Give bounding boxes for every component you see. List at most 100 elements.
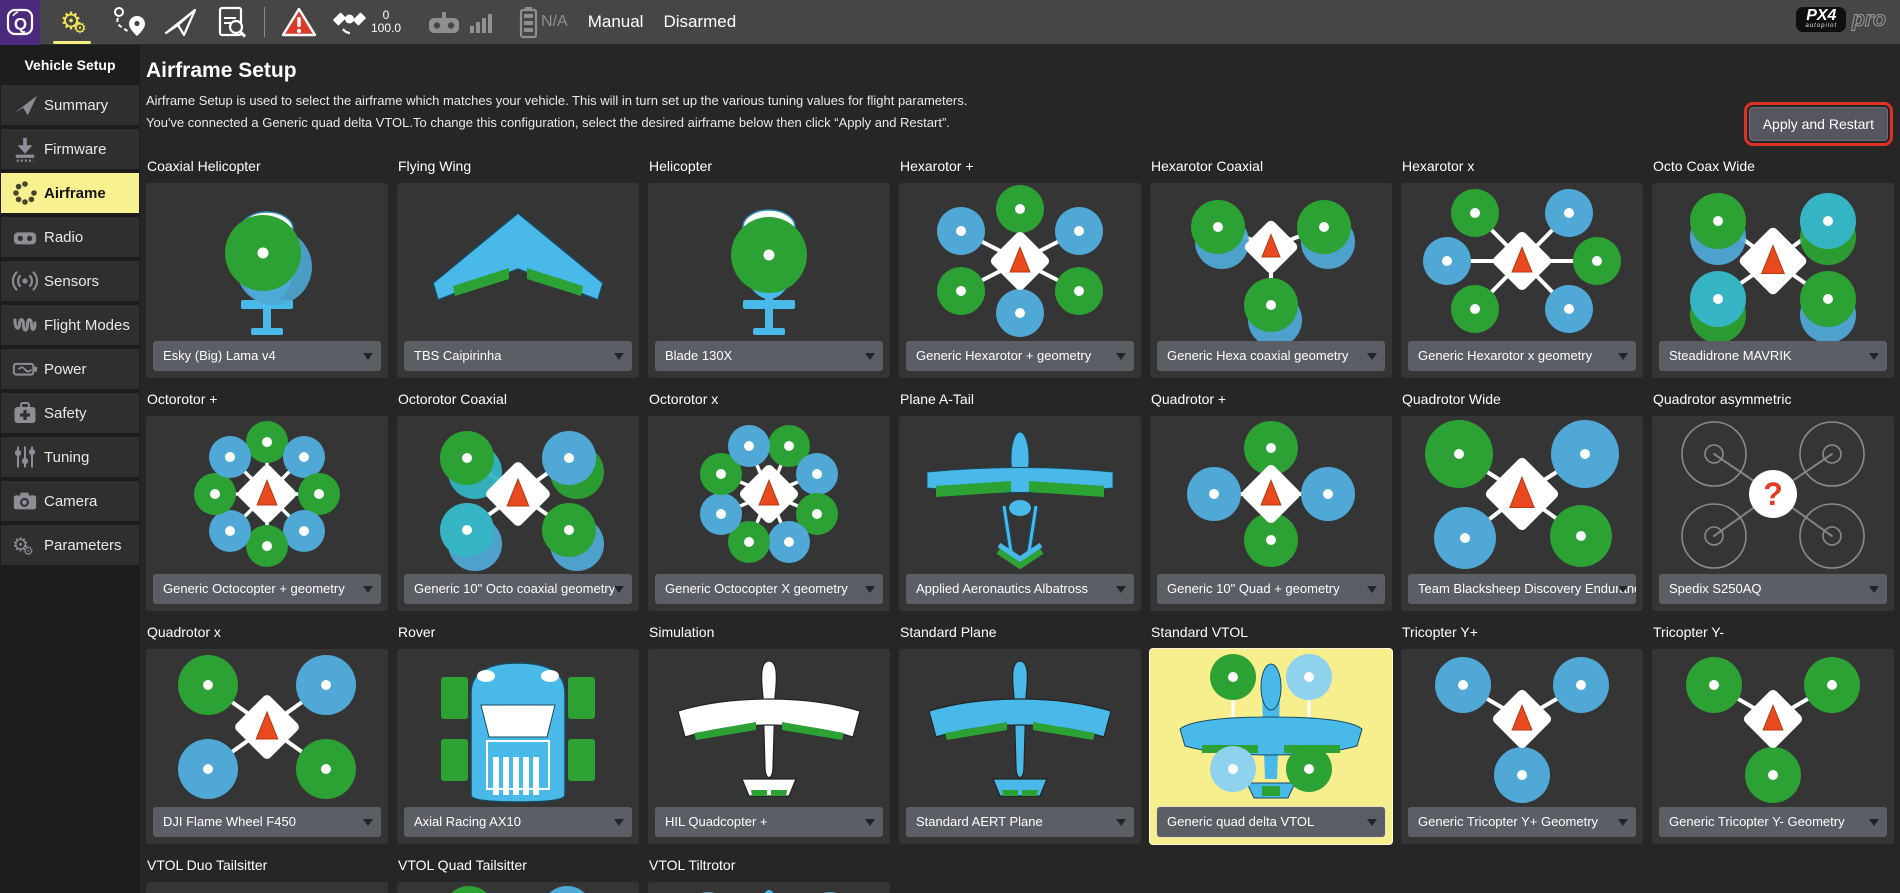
analyze-document-icon[interactable]: [214, 5, 248, 39]
sidebar-item-airframe[interactable]: Airframe: [1, 173, 139, 213]
airframe-card-hexarotor-coaxial[interactable]: Generic Hexa coaxial geometry: [1150, 183, 1392, 378]
rover-diagram: [397, 649, 639, 807]
armed-status-label[interactable]: Disarmed: [663, 12, 736, 32]
dropdown-arrow-icon: [865, 353, 875, 360]
sidebar-item-summary[interactable]: Summary: [1, 85, 139, 125]
airframe-cell: Hexarotor Coaxial Generic Hexa coaxial ge…: [1150, 158, 1392, 378]
airframe-card-hexarotor[interactable]: Generic Hexarotor + geometry: [899, 183, 1141, 378]
page-title: Airframe Setup: [146, 59, 1900, 83]
airframe-card-vtol-duo-tailsitter[interactable]: [146, 882, 388, 893]
airframe-model-dropdown[interactable]: Team Blacksheep Discovery Endurance: [1408, 574, 1636, 604]
airframe-model-dropdown[interactable]: Axial Racing AX10: [404, 807, 632, 837]
airframe-card-standard-vtol[interactable]: Generic quad delta VTOL: [1150, 649, 1392, 844]
octo-plus-diagram: [146, 416, 388, 574]
airframe-card-simulation[interactable]: HIL Quadcopter +: [648, 649, 890, 844]
airframe-type-label: Hexarotor Coaxial: [1151, 158, 1392, 175]
sidebar-item-power[interactable]: Power: [1, 349, 139, 389]
airframe-model-dropdown[interactable]: Generic 10" Quad + geometry: [1157, 574, 1385, 604]
sidebar-item-safety[interactable]: Safety: [1, 393, 139, 433]
airframe-model-dropdown[interactable]: Generic Octocopter + geometry: [153, 574, 381, 604]
airframe-card-standard-plane[interactable]: Standard AERT Plane: [899, 649, 1141, 844]
quad-asym-diagram: ?: [1652, 416, 1894, 574]
apply-and-restart-button[interactable]: Apply and Restart: [1749, 107, 1888, 141]
airframe-model-value: Esky (Big) Lama v4: [153, 341, 381, 371]
sidebar-item-camera[interactable]: Camera: [1, 481, 139, 521]
airframe-model-dropdown[interactable]: Generic Hexa coaxial geometry: [1157, 341, 1385, 371]
rc-transmitter-icon[interactable]: [427, 7, 461, 37]
airframe-card-helicopter[interactable]: Blade 130X: [648, 183, 890, 378]
dropdown-arrow-icon: [1869, 353, 1879, 360]
airframe-card-octo-coax-wide[interactable]: Steadidrone MAVRIK: [1652, 183, 1894, 378]
airframe-card-tricopter-y[interactable]: Generic Tricopter Y+ Geometry: [1401, 649, 1643, 844]
gps-satellite-icon[interactable]: [333, 6, 367, 38]
toolbar-divider: [264, 7, 265, 37]
airframe-model-dropdown[interactable]: Generic Tricopter Y- Geometry: [1659, 807, 1887, 837]
airframe-card-quadrotor[interactable]: Generic 10" Quad + geometry: [1150, 416, 1392, 611]
vehicle-setup-gears-icon[interactable]: ⚙⚙: [48, 0, 94, 45]
hex-x-diagram: [1401, 183, 1643, 341]
airframe-card-rover[interactable]: Axial Racing AX10: [397, 649, 639, 844]
airframe-cell: Octo Coax WideSteadidrone MAVRIK: [1652, 158, 1894, 378]
sidebar-item-flight-modes[interactable]: Flight Modes: [1, 305, 139, 345]
airframe-model-dropdown[interactable]: Generic Hexarotor + geometry: [906, 341, 1134, 371]
sidebar-item-label: Radio: [44, 229, 83, 246]
airframe-card-tricopter-y[interactable]: Generic Tricopter Y- Geometry: [1652, 649, 1894, 844]
airframe-model-dropdown[interactable]: Blade 130X: [655, 341, 883, 371]
airframe-card-octorotor-x[interactable]: Generic Octocopter X geometry: [648, 416, 890, 611]
airframe-model-dropdown[interactable]: DJI Flame Wheel F450: [153, 807, 381, 837]
px4-pro-text: pro: [1852, 8, 1886, 32]
plan-route-icon[interactable]: [110, 5, 146, 39]
airframe-card-flying-wing[interactable]: TBS Caipirinha: [397, 183, 639, 378]
airframe-card-octorotor-coaxial[interactable]: Generic 10" Octo coaxial geometry: [397, 416, 639, 611]
airframe-cell: Quadrotor WideTeam Blacksheep Discovery …: [1401, 391, 1643, 611]
warning-triangle-icon[interactable]: [281, 6, 317, 38]
airframe-card-quadrotor-asymmetric[interactable]: ?Spedix S250AQ: [1652, 416, 1894, 611]
airframe-cell: Hexarotor xGeneric Hexarotor x geometry: [1401, 158, 1643, 378]
airframe-cell: Quadrotor +Generic 10" Quad + geometry: [1150, 391, 1392, 611]
airframe-model-dropdown[interactable]: TBS Caipirinha: [404, 341, 632, 371]
airframe-model-dropdown[interactable]: Spedix S250AQ: [1659, 574, 1887, 604]
gps-status[interactable]: 0 100.0: [371, 9, 401, 35]
airframe-type-label: VTOL Duo Tailsitter: [147, 857, 388, 874]
airframe-card-vtol-tiltrotor[interactable]: [648, 882, 890, 893]
hex-plus-diagram: [899, 183, 1141, 341]
airframe-model-dropdown[interactable]: Generic Octocopter X geometry: [655, 574, 883, 604]
airframe-model-dropdown[interactable]: Generic Tricopter Y+ Geometry: [1408, 807, 1636, 837]
sidebar-item-firmware[interactable]: Firmware: [1, 129, 139, 169]
coax-heli-diagram: [146, 183, 388, 341]
airframe-model-value: Generic Hexarotor + geometry: [906, 341, 1134, 371]
airframe-model-dropdown[interactable]: Esky (Big) Lama v4: [153, 341, 381, 371]
airframe-model-dropdown[interactable]: Applied Aeronautics Albatross: [906, 574, 1134, 604]
airframe-model-value: Generic Octocopter X geometry: [655, 574, 883, 604]
fly-paper-plane-icon[interactable]: [162, 6, 198, 38]
airframe-card-plane-a-tail[interactable]: Applied Aeronautics Albatross: [899, 416, 1141, 611]
sidebar-item-sensors[interactable]: Sensors: [1, 261, 139, 301]
airframe-type-label: Helicopter: [649, 158, 890, 175]
flight-mode-label[interactable]: Manual: [588, 12, 644, 32]
sidebar-item-radio[interactable]: Radio: [1, 217, 139, 257]
dropdown-arrow-icon: [1116, 353, 1126, 360]
sidebar-item-label: Summary: [44, 97, 108, 114]
airframe-model-dropdown[interactable]: Steadidrone MAVRIK: [1659, 341, 1887, 371]
airframe-model-dropdown[interactable]: Generic quad delta VTOL: [1157, 807, 1385, 837]
airframe-card-coaxial-helicopter[interactable]: Esky (Big) Lama v4: [146, 183, 388, 378]
airframe-card-quadrotor-x[interactable]: DJI Flame Wheel F450: [146, 649, 388, 844]
airframe-card-quadrotor-wide[interactable]: Team Blacksheep Discovery Endurance: [1401, 416, 1643, 611]
airframe-model-dropdown[interactable]: HIL Quadcopter +: [655, 807, 883, 837]
sidebar-item-parameters[interactable]: ⚙⚙Parameters: [1, 525, 139, 565]
airframe-model-dropdown[interactable]: Standard AERT Plane: [906, 807, 1134, 837]
airframe-card-hexarotor-x[interactable]: Generic Hexarotor x geometry: [1401, 183, 1643, 378]
airframe-type-label: Tricopter Y+: [1402, 624, 1643, 641]
airframe-card-octorotor[interactable]: Generic Octocopter + geometry: [146, 416, 388, 611]
top-toolbar: Q ⚙⚙: [0, 0, 1900, 45]
safety-case-icon: [12, 400, 44, 426]
sidebar-item-tuning[interactable]: Tuning: [1, 437, 139, 477]
airframe-model-dropdown[interactable]: Generic Hexarotor x geometry: [1408, 341, 1636, 371]
sidebar-item-label: Power: [44, 361, 87, 378]
airframe-model-dropdown[interactable]: Generic 10" Octo coaxial geometry: [404, 574, 632, 604]
airframe-card-vtol-quad-tailsitter[interactable]: [397, 882, 639, 893]
airframe-cell: Flying WingTBS Caipirinha: [397, 158, 639, 378]
sidebar-item-label: Sensors: [44, 273, 99, 290]
battery-icon[interactable]: [517, 5, 539, 39]
qgc-logo-icon[interactable]: Q: [0, 0, 40, 45]
